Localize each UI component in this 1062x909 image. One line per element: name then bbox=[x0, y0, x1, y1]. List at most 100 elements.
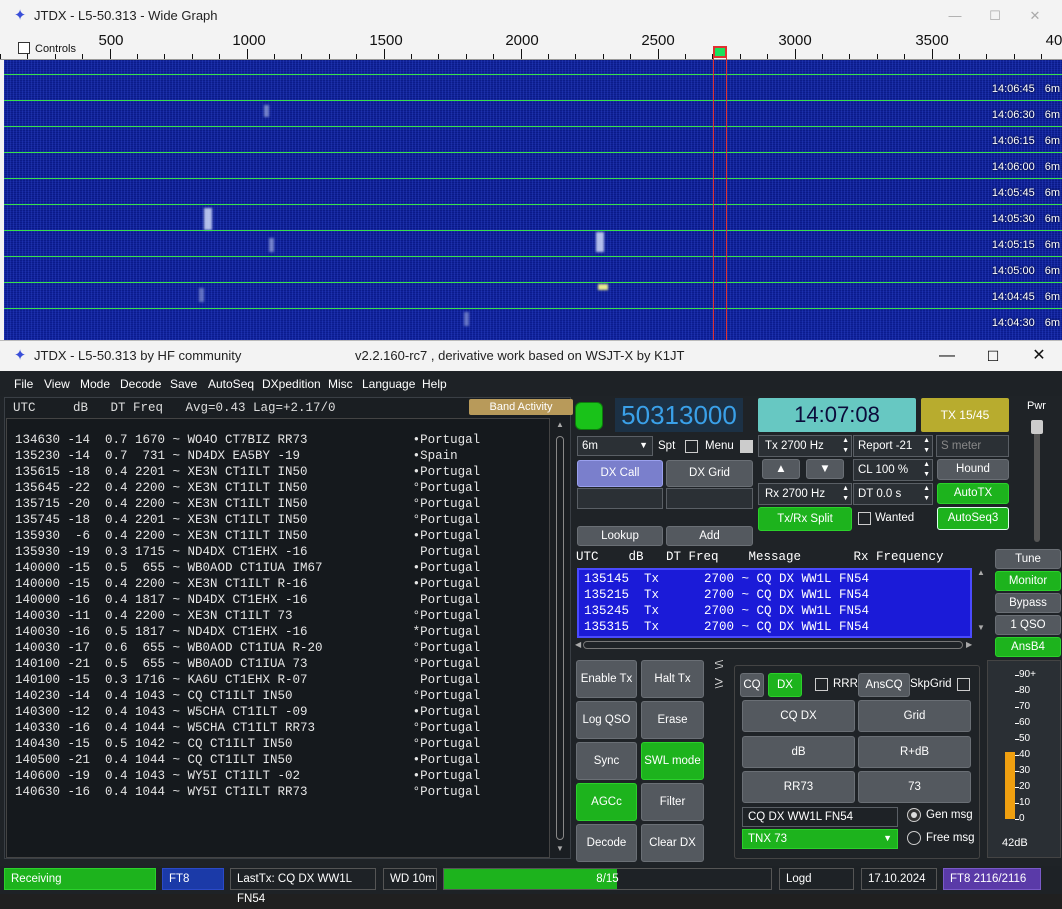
decode-row[interactable]: 140300 -12 0.4 1043 ~ W5CHA CT1ILT -09 •… bbox=[15, 705, 480, 719]
dx-call-button[interactable]: DX Call bbox=[577, 460, 663, 487]
decode-row[interactable]: 135930 -6 0.4 2200 ~ XE3N CT1ILT IN50 •P… bbox=[15, 529, 480, 543]
agcc-button[interactable]: AGCc bbox=[576, 783, 637, 821]
dx-grid-input[interactable] bbox=[666, 488, 753, 509]
decode-button[interactable]: Decode bbox=[576, 824, 637, 862]
r-db-button[interactable]: R+dB bbox=[858, 736, 971, 768]
maximize-icon[interactable]: ☐ bbox=[980, 6, 1010, 26]
menu-save[interactable]: Save bbox=[170, 377, 197, 391]
generated-message-input[interactable]: CQ DX WW1L FN54 bbox=[742, 807, 898, 827]
decode-row[interactable]: 140600 -19 0.4 1043 ~ WY5I CT1ILT -02 •P… bbox=[15, 769, 480, 783]
skpgrid-checkbox[interactable] bbox=[957, 678, 970, 691]
enable-tx-button[interactable]: Enable Tx bbox=[576, 660, 637, 698]
menu-mode[interactable]: Mode bbox=[80, 377, 110, 391]
spt-checkbox[interactable] bbox=[685, 440, 698, 453]
swl-mode-button[interactable]: SWL mode bbox=[641, 742, 704, 780]
bypass-button[interactable]: Bypass bbox=[995, 593, 1061, 613]
decode-row[interactable]: 135615 -18 0.4 2201 ~ XE3N CT1ILT IN50 •… bbox=[15, 465, 480, 479]
decode-row[interactable]: 140030 -11 0.4 2200 ~ XE3N CT1ILT 73 °Po… bbox=[15, 609, 480, 623]
menu-autoseq[interactable]: AutoSeq bbox=[208, 377, 254, 391]
decode-row[interactable]: 140100 -21 0.5 655 ~ WB0AOD CT1IUA 73 °P… bbox=[15, 657, 480, 671]
minimize-icon[interactable]: — bbox=[924, 341, 970, 371]
spin-icon[interactable]: ▲ ▼ bbox=[923, 484, 930, 504]
cl-field[interactable]: CL 100 % ▲ ▼ bbox=[853, 459, 933, 481]
decode-row[interactable]: 135930 -19 0.3 1715 ~ ND4DX CT1EHX -16 P… bbox=[15, 545, 480, 559]
tab-1[interactable]: \/\ bbox=[712, 660, 724, 669]
decode-row[interactable]: 140000 -15 0.4 2200 ~ XE3N CT1ILT R-16 •… bbox=[15, 577, 480, 591]
decode-row[interactable]: 140000 -16 0.4 1817 ~ ND4DX CT1EHX -16 P… bbox=[15, 593, 480, 607]
decode-row[interactable]: 140330 -16 0.4 1044 ~ W5CHA CT1ILT RR73 … bbox=[15, 721, 480, 735]
tx-message-row[interactable]: 135315 Tx 2700 ~ CQ DX WW1L FN54 bbox=[584, 620, 869, 634]
tx-period-button[interactable]: TX 15/45 bbox=[921, 398, 1009, 432]
close-icon[interactable]: ✕ bbox=[1020, 6, 1050, 26]
autoseq3-button[interactable]: AutoSeq3 bbox=[937, 507, 1009, 530]
decode-row[interactable]: 140230 -14 0.4 1043 ~ CQ CT1ILT IN50 °Po… bbox=[15, 689, 480, 703]
s-meter-field[interactable]: S meter bbox=[936, 435, 1009, 457]
menu-checkbox[interactable] bbox=[740, 440, 753, 453]
decode-row[interactable]: 140630 -16 0.4 1044 ~ WY5I CT1ILT RR73 °… bbox=[15, 785, 480, 799]
spin-icon[interactable]: ▲ ▼ bbox=[842, 436, 849, 456]
filter-button[interactable]: Filter bbox=[641, 783, 704, 821]
tx-message-row[interactable]: 135245 Tx 2700 ~ CQ DX WW1L FN54 bbox=[584, 604, 869, 618]
menu-dxpedition[interactable]: DXpedition bbox=[262, 377, 321, 391]
lookup-button[interactable]: Lookup bbox=[577, 526, 663, 546]
scroll-up-icon[interactable]: ▲ bbox=[977, 568, 985, 577]
wanted-checkbox[interactable] bbox=[858, 512, 871, 525]
decode-row[interactable]: 135230 -14 0.7 731 ~ ND4DX EA5BY -19 •Sp… bbox=[15, 449, 458, 463]
clear-dx-button[interactable]: Clear DX bbox=[641, 824, 704, 862]
tx-frequency-marker[interactable] bbox=[713, 46, 727, 58]
waterfall-display[interactable]: 14:06:45 6m 14:06:30 6m 14:06:15 6m 14:06:00 6m… bbox=[4, 60, 1062, 340]
tx-frequency-field[interactable]: Tx 2700 Hz ▲ ▼ bbox=[758, 435, 852, 457]
free-msg-radio[interactable] bbox=[907, 831, 921, 845]
menu-decode[interactable]: Decode bbox=[120, 377, 161, 391]
free-message-select[interactable]: TNX 73 ▼ bbox=[742, 829, 898, 849]
power-slider-handle[interactable] bbox=[1031, 420, 1043, 434]
tab-2[interactable]: Λ\ bbox=[712, 678, 724, 688]
halt-tx-button[interactable]: Halt Tx bbox=[641, 660, 704, 698]
band-activity-button[interactable]: Band Activity bbox=[469, 399, 573, 415]
dx-call-input[interactable] bbox=[577, 488, 663, 509]
tx-rx-split-button[interactable]: Tx/Rx Split bbox=[758, 507, 852, 531]
decode-row[interactable]: 140030 -16 0.5 1817 ~ ND4DX CT1EHX -16 *… bbox=[15, 625, 480, 639]
decode-row[interactable]: 140430 -15 0.5 1042 ~ CQ CT1ILT IN50 °Po… bbox=[15, 737, 480, 751]
decode-row[interactable]: 140500 -21 0.4 1044 ~ CQ CT1ILT IN50 •Po… bbox=[15, 753, 480, 767]
tx-message-row[interactable]: 135215 Tx 2700 ~ CQ DX WW1L FN54 bbox=[584, 588, 869, 602]
decode-row[interactable]: 135745 -18 0.4 2201 ~ XE3N CT1ILT IN50 °… bbox=[15, 513, 480, 527]
dt-field[interactable]: DT 0.0 s ▲ ▼ bbox=[853, 483, 933, 505]
power-slider[interactable] bbox=[1034, 420, 1040, 542]
menu-misc[interactable]: Misc bbox=[328, 377, 353, 391]
decode-row[interactable]: 140000 -15 0.5 655 ~ WB0AOD CT1IUA IM67 … bbox=[15, 561, 480, 575]
gen-msg-radio[interactable] bbox=[907, 808, 921, 822]
menu-help[interactable]: Help bbox=[422, 377, 447, 391]
dx-grid-button[interactable]: DX Grid bbox=[666, 460, 753, 487]
rrr-checkbox[interactable] bbox=[815, 678, 828, 691]
scroll-down-icon[interactable]: ▼ bbox=[556, 844, 564, 853]
controls-checkbox-box[interactable] bbox=[18, 42, 30, 54]
menu-language[interactable]: Language bbox=[362, 377, 415, 391]
dial-frequency-display[interactable]: 50313000 bbox=[615, 398, 743, 432]
minimize-icon[interactable]: — bbox=[940, 6, 970, 26]
anscq-button[interactable]: AnsCQ bbox=[858, 673, 910, 697]
spin-icon[interactable]: ▲ ▼ bbox=[923, 436, 930, 456]
rx-frequency-field[interactable]: Rx 2700 Hz ▲ ▼ bbox=[758, 483, 852, 505]
cq-button[interactable]: CQ bbox=[740, 673, 764, 697]
menu-view[interactable]: View bbox=[44, 377, 70, 391]
autotx-button[interactable]: AutoTX bbox=[937, 483, 1009, 504]
scroll-down-icon[interactable]: ▼ bbox=[977, 623, 985, 632]
tx-horizontal-scrollbar[interactable] bbox=[583, 641, 963, 649]
decode-scrollbar[interactable]: ▲ ▼ bbox=[552, 420, 568, 856]
73-button[interactable]: 73 bbox=[858, 771, 971, 803]
band-select[interactable]: 6m ▼ bbox=[577, 436, 653, 456]
decode-row[interactable]: 134630 -14 0.7 1670 ~ WO4O CT7BIZ RR73 •… bbox=[15, 433, 480, 447]
tx-message-row[interactable]: 135145 Tx 2700 ~ CQ DX WW1L FN54 bbox=[584, 572, 869, 586]
cq-dx-button[interactable]: CQ DX bbox=[742, 700, 855, 732]
decode-row[interactable]: 135715 -20 0.4 2200 ~ XE3N CT1ILT IN50 °… bbox=[15, 497, 480, 511]
sync-button[interactable]: Sync bbox=[576, 742, 637, 780]
freq-up-button[interactable]: ▲ bbox=[762, 459, 800, 479]
monitor-button[interactable]: Monitor bbox=[995, 571, 1061, 591]
menu-file[interactable]: File bbox=[14, 377, 33, 391]
scroll-thumb[interactable] bbox=[556, 436, 564, 840]
tx-message-list[interactable]: 135145 Tx 2700 ~ CQ DX WW1L FN54 135215 T… bbox=[577, 568, 972, 638]
close-icon[interactable]: ✕ bbox=[1016, 341, 1062, 371]
maximize-icon[interactable]: ☐ bbox=[970, 341, 1016, 371]
erase-button[interactable]: Erase bbox=[641, 701, 704, 739]
